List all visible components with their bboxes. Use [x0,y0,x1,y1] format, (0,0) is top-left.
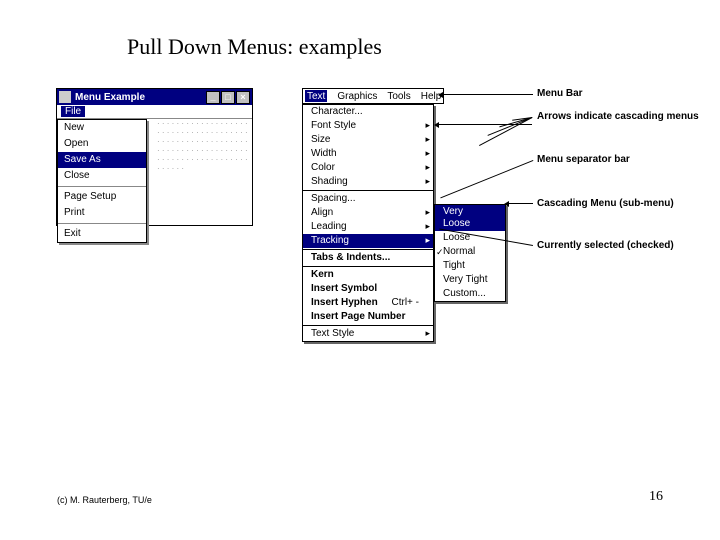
submenu-item[interactable]: Very Tight [435,273,505,287]
file-menu-item[interactable]: Print [58,205,146,221]
menubar-item-tools[interactable]: Tools [387,90,410,102]
submenu-item[interactable]: Custom... [435,287,505,301]
menu-item[interactable]: Character... [303,105,433,119]
menu-item[interactable]: Color [303,161,433,175]
menu-item[interactable]: Insert Hyphen Ctrl+ - [303,296,433,310]
annotation-cascading-arrows: Arrows indicate cascading menus [537,111,699,122]
menu-separator [58,223,146,224]
window-menubar[interactable]: File [57,105,252,119]
titlebar[interactable]: Menu Example _ □ × [57,89,252,105]
menu-separator [303,249,433,250]
menu-item[interactable]: Size [303,133,433,147]
annotation-arrow [440,160,533,198]
file-menu-item[interactable]: Exit [58,226,146,242]
menu-item-label: Kern [311,269,334,280]
minimize-button[interactable]: _ [206,91,220,104]
menu-item[interactable]: Width [303,147,433,161]
menu-item[interactable]: Kern [303,268,433,282]
footer-copyright: (c) M. Rauterberg, TU/e [57,495,152,505]
menu-item-tracking[interactable]: Tracking [303,234,433,248]
annotation-arrow [443,94,533,95]
menu-item[interactable]: Insert Symbol [303,282,433,296]
keyboard-shortcut: Ctrl+ - [392,297,420,309]
app-menubar[interactable]: Text Graphics Tools Help [302,88,444,104]
annotation-arrow [479,117,532,146]
dotted-background: · · · · · · · · · · · · · · · · · · · · … [157,119,252,225]
example-window: Menu Example _ □ × File New Open Save As… [56,88,253,226]
menu-separator [303,325,433,326]
menu-item[interactable]: Text Style [303,327,433,341]
menu-item[interactable]: Tabs & Indents... [303,251,433,265]
menu-item[interactable]: Leading [303,220,433,234]
menu-separator [303,266,433,267]
annotation-separator: Menu separator bar [537,154,630,165]
submenu-item-selected[interactable]: Very Loose [435,205,505,231]
submenu-item-checked[interactable]: Normal [435,245,505,259]
menu-separator [303,190,433,191]
file-menu-label[interactable]: File [61,106,85,117]
annotation-arrow [509,203,533,204]
menu-item[interactable]: Insert Page Number [303,310,433,324]
slide-title: Pull Down Menus: examples [127,34,382,60]
menubar-item-text[interactable]: Text [305,90,327,102]
file-menu-item[interactable]: Close [58,168,146,184]
file-menu-item[interactable]: Open [58,136,146,152]
menubar-item-graphics[interactable]: Graphics [337,90,377,102]
menu-item-label: Tabs & Indents... [311,252,390,263]
menu-item-label: Insert Symbol [311,283,377,294]
annotation-checked: Currently selected (checked) [537,240,674,251]
menu-item-label: Insert Page Number [311,311,405,322]
submenu-item[interactable]: Tight [435,259,505,273]
menu-separator [58,186,146,187]
maximize-button[interactable]: □ [221,91,235,104]
text-menu: Character... Font Style Size Width Color… [302,104,434,342]
menu-item-label: Insert Hyphen [311,297,378,308]
file-menu-item[interactable]: Page Setup [58,189,146,205]
window-title: Menu Example [75,92,206,103]
close-button[interactable]: × [236,91,250,104]
menu-item[interactable]: Spacing... [303,192,433,206]
annotation-menu-bar: Menu Bar [537,88,583,99]
page-number: 16 [649,489,663,505]
app-icon [59,91,71,103]
menu-item[interactable]: Shading [303,175,433,189]
tracking-submenu: Very Loose Loose Normal Tight Very Tight… [434,204,506,302]
menu-item[interactable]: Font Style [303,119,433,133]
annotation-submenu: Cascading Menu (sub-menu) [537,198,674,209]
file-menu-item-selected[interactable]: Save As [58,152,146,168]
menu-item[interactable]: Align [303,206,433,220]
file-menu: New Open Save As Close Page Setup Print … [57,119,147,243]
file-menu-item[interactable]: New [58,120,146,136]
